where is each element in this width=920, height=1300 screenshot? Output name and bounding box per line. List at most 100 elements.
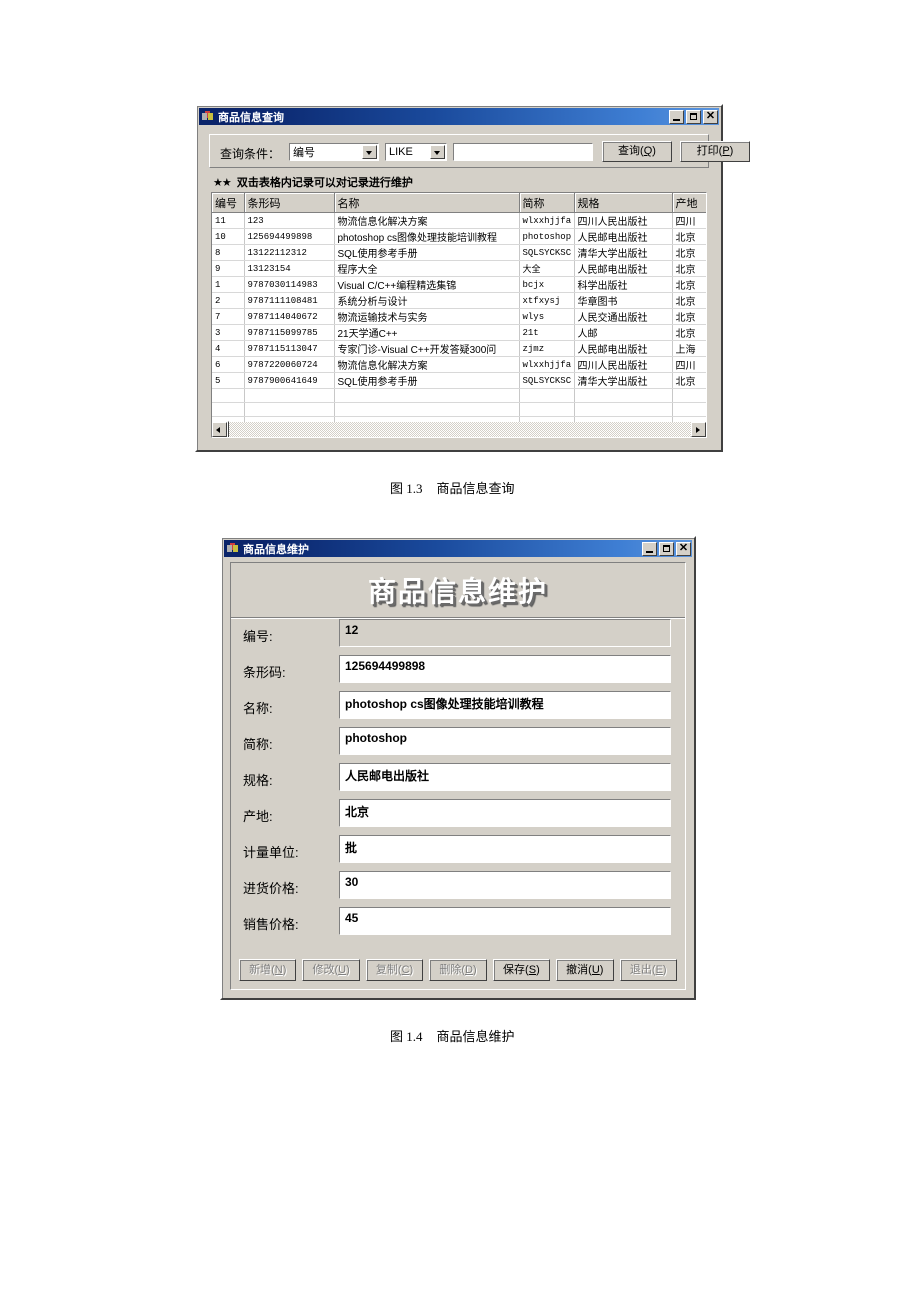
form-button-s[interactable]: 保存(S) [492, 959, 551, 981]
maximize-button[interactable] [659, 541, 674, 556]
grid-horizontal-scrollbar[interactable] [212, 421, 706, 437]
form-button-u: 修改(U) [302, 959, 360, 981]
maintain-window-titlebar[interactable]: 商品信息维护 ✕ [224, 540, 692, 557]
maintain-window-controls: ✕ [642, 541, 691, 556]
form-row: 计量单位: 批 [231, 835, 685, 867]
query-field-combo[interactable]: 编号 [289, 143, 379, 161]
form-button-label: 修改 [312, 964, 335, 976]
figure-caption-2-text: 商品信息维护 [436, 1029, 515, 1044]
cell-empty [574, 388, 673, 403]
table-row-empty[interactable] [212, 388, 706, 403]
grid-column-header-id[interactable]: 编号 [212, 193, 245, 213]
table-row[interactable]: 5 9787900641649 SQL使用参考手册 SQLSYCKSC 清华大学出版社北… [212, 372, 706, 389]
scroll-left-arrow-icon[interactable] [212, 422, 227, 437]
grid-column-header-origin[interactable]: 产地 [672, 193, 706, 213]
field-label: 名称: [243, 701, 273, 716]
query-window-titlebar[interactable]: 商品信息查询 ✕ [199, 108, 719, 125]
cell-name: Visual C/C++编程精选集锦 [334, 276, 520, 293]
field-input[interactable]: 45 [339, 907, 671, 935]
product-form: 编号: 12 条形码: 125694499898 名称: photoshop cs图像处理… [231, 619, 685, 989]
maximize-button[interactable] [686, 109, 701, 124]
grid-column-header-barcode[interactable]: 条形码 [244, 193, 335, 213]
maintain-window-title: 商品信息维护 [243, 543, 309, 556]
field-input[interactable]: photoshop [339, 727, 671, 755]
cell-id: 9 [212, 260, 245, 277]
cell-id: 6 [212, 356, 245, 373]
minimize-button[interactable] [642, 541, 657, 556]
cell-origin: 上海 [672, 340, 706, 357]
table-row[interactable]: 813122112312SQL使用参考手册SQLSYCKSC清华大学出版社北京本 [212, 244, 706, 261]
field-label: 计量单位: [243, 845, 299, 860]
form-button-mnemonic: U [591, 964, 600, 976]
product-maintain-window[interactable]: 商品信息维护 ✕ 商品信息维护 编号: 12 条形码: 125694499898 名称:… [220, 536, 696, 1000]
product-grid-container[interactable]: 编号 条形码 名称 简称 规格 产地 计 11123物流信息化解决方案wlxxh… [211, 192, 707, 438]
field-input[interactable]: 125694499898 [339, 655, 671, 683]
table-row[interactable]: 29787111108481系统分析与设计xtfxysj华章图书北京本 [212, 292, 706, 309]
table-row[interactable]: 4 9787115113047 专家门诊-Visual C++开发答疑300问 zjm… [212, 340, 706, 357]
form-button-bar: 新增(N) 修改(U) 复制(C) 删除(D) 保存(S) 撤消(U) 退出(E) [239, 959, 677, 981]
field-label: 编号: [243, 629, 273, 644]
cell-empty [672, 402, 706, 417]
query-window-controls: ✕ [669, 109, 718, 124]
cell-shortname: wlxxhjjfa [519, 212, 575, 229]
app-icon [201, 110, 215, 123]
query-toolbar-frame: 查询条件： 编号 LIKE 查询(Q) 打印(P) [209, 134, 750, 168]
maintain-banner-text: 商品信息维护 [367, 576, 548, 607]
cell-shortname: SQLSYCKSC [519, 372, 575, 389]
table-row-empty[interactable] [212, 402, 706, 417]
cell-origin: 北京 [672, 372, 706, 389]
field-input[interactable]: 人民邮电出版社 [339, 763, 671, 791]
grid-column-header-spec[interactable]: 规格 [574, 193, 673, 213]
grid-hint-text: 双击表格内记录可以对记录进行维护 [236, 177, 413, 189]
scrollbar-thumb[interactable] [227, 421, 229, 437]
cell-name: 物流信息化解决方案 [334, 356, 520, 373]
scrollbar-track[interactable] [227, 421, 691, 437]
condition-label: 查询条件： [220, 147, 281, 161]
chevron-down-icon[interactable] [430, 145, 445, 159]
figure-caption-1: 图 1.3 商品信息查询 [390, 478, 515, 497]
field-input[interactable]: 30 [339, 871, 671, 899]
cell-name: photoshop cs图像处理技能培训教程 [334, 228, 520, 245]
table-row[interactable]: 6 9787220060724 物流信息化解决方案 wlxxhjjfa 四川人民出版社四… [212, 356, 706, 373]
table-row[interactable]: 79787114040672物流运输技术与实务wlys人民交通出版社北京本 [212, 308, 706, 325]
cell-empty [574, 402, 673, 417]
form-button-c: 复制(C) [365, 959, 424, 981]
chevron-down-icon[interactable] [362, 145, 377, 159]
form-button-u[interactable]: 撤消(U) [556, 959, 614, 981]
print-button-label: 打印 [696, 145, 719, 157]
table-row[interactable]: 913123154程序大全大全人民邮电出版社北京批 [212, 260, 706, 277]
table-row[interactable]: 10 125694499898 photoshop cs图像处理技能培训教程 phot… [212, 228, 706, 245]
app-icon [226, 542, 240, 555]
field-input[interactable]: 北京 [339, 799, 671, 827]
form-button-mnemonic: N [274, 964, 283, 976]
query-search-input[interactable] [453, 143, 593, 161]
star-icon: ★★ [213, 177, 232, 189]
product-query-window[interactable]: 商品信息查询 ✕ 查询条件： 编号 LIKE 查询(Q) 打印(P) ★★ 双击… [195, 104, 750, 452]
field-input[interactable]: photoshop cs图像处理技能培训教程 [339, 691, 671, 719]
cell-barcode: 13122112312 [244, 244, 335, 261]
query-window-body: 查询条件： 编号 LIKE 查询(Q) 打印(P) ★★ 双击表格内记录可以对记… [203, 130, 750, 444]
cell-empty [244, 402, 335, 417]
table-row[interactable]: 11123物流信息化解决方案wlxxhjjfa四川人民出版社四川本 [212, 212, 706, 229]
cell-shortname: photoshop [519, 228, 575, 245]
minimize-button[interactable] [669, 109, 684, 124]
grid-column-header-shortname[interactable]: 简称 [519, 193, 575, 213]
cell-id: 8 [212, 244, 245, 261]
cell-name: SQL使用参考手册 [334, 372, 520, 389]
cell-barcode: 9787900641649 [244, 372, 335, 389]
figure-caption-1-text: 商品信息查询 [436, 481, 515, 496]
query-operator-combo[interactable]: LIKE [385, 143, 447, 161]
field-label: 规格: [243, 773, 273, 788]
form-row: 名称: photoshop cs图像处理技能培训教程 [231, 691, 685, 723]
grid-column-header-name[interactable]: 名称 [334, 193, 520, 213]
print-button[interactable]: 打印(P) [680, 141, 750, 162]
close-button[interactable]: ✕ [703, 109, 718, 124]
table-row[interactable]: 3978711509978521天学通C++21t人邮北京本 [212, 324, 706, 341]
print-button-mnemonic: P [722, 145, 730, 157]
close-button[interactable]: ✕ [676, 541, 691, 556]
field-input[interactable]: 批 [339, 835, 671, 863]
table-row[interactable]: 1 9787030114983 Visual C/C++编程精选集锦 bcjx 科学出版… [212, 276, 706, 293]
cell-name: 物流运输技术与实务 [334, 308, 520, 325]
scroll-right-arrow-icon[interactable] [691, 422, 706, 437]
query-button[interactable]: 查询(Q) [602, 141, 672, 162]
